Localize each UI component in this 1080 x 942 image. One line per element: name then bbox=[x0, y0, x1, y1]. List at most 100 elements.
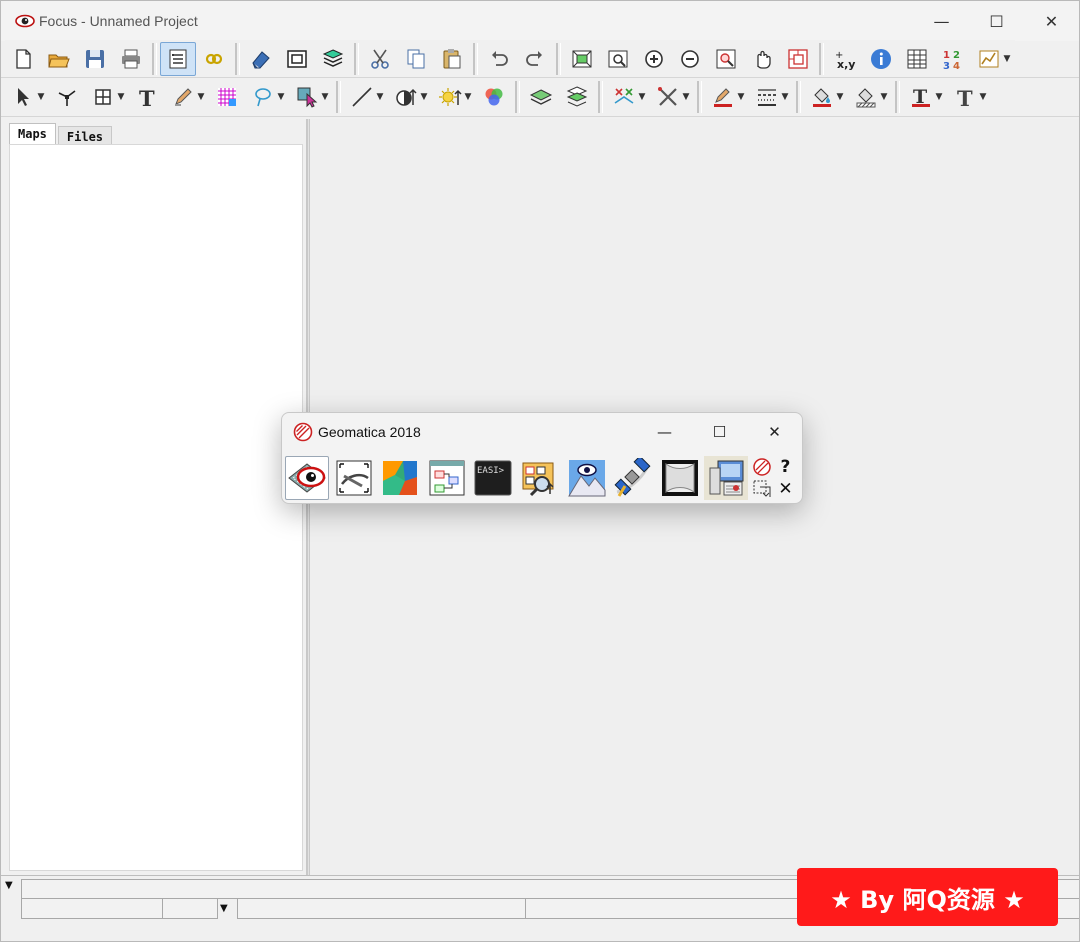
tools-icon bbox=[658, 87, 677, 106]
vertex-edit-button[interactable] bbox=[49, 80, 85, 114]
numbering-button[interactable]: 1234 bbox=[935, 42, 971, 76]
layers-button[interactable] bbox=[315, 42, 351, 76]
undo-button[interactable] bbox=[481, 42, 517, 76]
zoom-box-button[interactable] bbox=[708, 42, 744, 76]
numbering-icon: 1 23 4 bbox=[943, 50, 960, 71]
geomatica-logo-small-icon[interactable] bbox=[752, 457, 772, 477]
easi-prompt-text: EASI> bbox=[477, 466, 505, 476]
geomatica-minimize-button[interactable]: — bbox=[637, 413, 692, 451]
dropdown-arrow-icon[interactable]: ▼ bbox=[878, 80, 890, 114]
title-bar: Focus - Unnamed Project — ☐ ✕ bbox=[1, 1, 1079, 41]
modeler-launcher-button[interactable] bbox=[425, 456, 469, 500]
mapping-launcher-button[interactable] bbox=[378, 456, 422, 500]
status-cell bbox=[237, 899, 526, 919]
copy-button[interactable] bbox=[398, 42, 434, 76]
selection-cursor-icon bbox=[297, 87, 318, 108]
tab-maps[interactable]: Maps bbox=[9, 123, 56, 145]
dropdown-arrow-icon[interactable]: ▼ bbox=[418, 80, 430, 114]
redo-button[interactable] bbox=[517, 42, 553, 76]
easi-terminal-launcher-button[interactable]: EASI> bbox=[471, 456, 515, 500]
save-button[interactable] bbox=[77, 42, 113, 76]
lasso-icon bbox=[255, 88, 271, 107]
minimize-button[interactable]: — bbox=[914, 1, 969, 41]
properties-icon bbox=[169, 49, 187, 69]
layout-settings-icon[interactable] bbox=[752, 479, 772, 499]
dropdown-arrow-icon[interactable]: ▼ bbox=[319, 80, 331, 114]
dropdown-arrow-icon[interactable]: ▼ bbox=[933, 80, 945, 114]
fly-through-launcher-button[interactable] bbox=[658, 456, 702, 500]
zoom-in-button[interactable] bbox=[636, 42, 672, 76]
status-expand-arrow[interactable]: ▼ bbox=[5, 880, 13, 891]
dropdown-arrow-icon[interactable]: ▼ bbox=[779, 80, 791, 114]
toolbar-separator bbox=[354, 43, 359, 75]
help-button[interactable]: ? bbox=[781, 458, 791, 476]
mountain-eye-launcher-button[interactable] bbox=[565, 456, 609, 500]
properties-button[interactable] bbox=[160, 42, 196, 76]
satellite-launcher-button[interactable] bbox=[611, 456, 655, 500]
zoom-extent-button[interactable] bbox=[564, 42, 600, 76]
raster-grid-button[interactable] bbox=[209, 80, 245, 114]
text-tool-button[interactable]: T bbox=[129, 80, 165, 114]
close-button[interactable]: ✕ bbox=[1024, 1, 1079, 41]
eraser-button[interactable] bbox=[243, 42, 279, 76]
print-button[interactable] bbox=[113, 42, 149, 76]
mapping-icon bbox=[383, 461, 418, 495]
layer-stack-button[interactable] bbox=[559, 80, 595, 114]
svg-text:T: T bbox=[957, 86, 973, 109]
dropdown-arrow-icon[interactable]: ▼ bbox=[374, 80, 386, 114]
dropdown-arrow-icon[interactable]: ▼ bbox=[35, 80, 47, 114]
toolbar-separator bbox=[796, 81, 801, 113]
geomatica-close-small-button[interactable]: ✕ bbox=[778, 480, 792, 498]
layer-green-button[interactable] bbox=[523, 80, 559, 114]
geomatica-close-button[interactable]: ✕ bbox=[747, 413, 802, 451]
dropdown-arrow-icon[interactable]: ▼ bbox=[275, 80, 287, 114]
pan-hand-button[interactable] bbox=[744, 42, 780, 76]
dropdown-arrow-icon[interactable]: ▼ bbox=[115, 80, 127, 114]
maximize-button[interactable]: ☐ bbox=[969, 1, 1024, 41]
frame-button[interactable] bbox=[279, 42, 315, 76]
dropdown-arrow-icon[interactable]: ▼ bbox=[195, 80, 207, 114]
dropdown-arrow-icon[interactable]: ▼ bbox=[1001, 42, 1013, 76]
overview-button[interactable] bbox=[780, 42, 816, 76]
dropdown-arrow-icon[interactable]: ▼ bbox=[977, 80, 989, 114]
dropdown-arrow-icon[interactable]: ▼ bbox=[636, 80, 648, 114]
xy-coordinates-button[interactable]: + x,y bbox=[827, 42, 863, 76]
license-manager-launcher-button[interactable] bbox=[704, 456, 749, 500]
geomatica-maximize-button[interactable]: ☐ bbox=[692, 413, 747, 451]
zoom-window-button[interactable] bbox=[600, 42, 636, 76]
modeler-icon bbox=[429, 460, 465, 496]
rgb-channels-button[interactable] bbox=[476, 80, 512, 114]
link-button[interactable] bbox=[196, 42, 232, 76]
dropdown-arrow-icon[interactable]: ▼ bbox=[834, 80, 846, 114]
library-search-launcher-button[interactable] bbox=[518, 456, 562, 500]
toolbar-separator bbox=[895, 81, 900, 113]
dropdown-arrow-icon[interactable]: ▼ bbox=[680, 80, 692, 114]
paste-icon bbox=[443, 49, 461, 69]
table-button[interactable] bbox=[899, 42, 935, 76]
geomatica-side-buttons: ? ✕ bbox=[751, 456, 797, 500]
copy-icon bbox=[407, 49, 425, 69]
toolbar-separator bbox=[697, 81, 702, 113]
pan-hand-icon bbox=[757, 50, 771, 69]
info-button[interactable] bbox=[863, 42, 899, 76]
dropdown-arrow-icon[interactable]: ▼ bbox=[462, 80, 474, 114]
cut-button[interactable] bbox=[362, 42, 398, 76]
focus-eye-launcher-button[interactable] bbox=[285, 456, 329, 500]
easi-terminal-icon: EASI> bbox=[474, 460, 512, 496]
zoom-out-button[interactable] bbox=[672, 42, 708, 76]
open-folder-button[interactable] bbox=[41, 42, 77, 76]
maps-tree-area[interactable] bbox=[9, 144, 303, 871]
dropdown-arrow-icon[interactable]: ▼ bbox=[735, 80, 747, 114]
toolbar-separator bbox=[473, 43, 478, 75]
layer-green-icon bbox=[529, 89, 553, 105]
paste-button[interactable] bbox=[434, 42, 470, 76]
svg-text:T: T bbox=[139, 86, 155, 109]
svg-text:1: 1 bbox=[943, 50, 950, 61]
status-dropdown-arrow[interactable]: ▼ bbox=[220, 903, 228, 914]
xy-coordinates-icon: +x,y bbox=[835, 50, 855, 71]
left-panel: Maps Files bbox=[5, 119, 307, 875]
undo-icon bbox=[492, 51, 508, 66]
orthoengine-launcher-button[interactable] bbox=[332, 456, 376, 500]
svg-text:4: 4 bbox=[953, 61, 960, 71]
new-file-button[interactable] bbox=[5, 42, 41, 76]
